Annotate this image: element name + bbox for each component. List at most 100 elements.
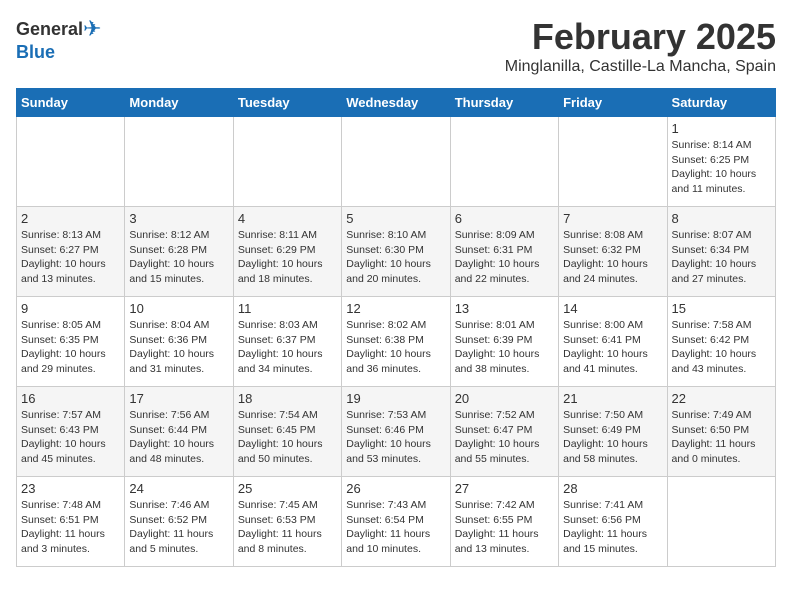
calendar-cell: 18Sunrise: 7:54 AM Sunset: 6:45 PM Dayli… [233, 387, 341, 477]
calendar-cell: 12 Sunrise: 8:02 AM Sunset: 6:38 PM Dayli… [342, 297, 450, 387]
calendar-cell: 22 Sunrise: 7:49 AM Sunset: 6:50 PM Dayli… [667, 387, 775, 477]
day-info: Sunrise: 7:58 AM Sunset: 6:42 PM Dayligh… [672, 318, 771, 377]
day-number: 27 [455, 481, 554, 496]
page-header: General ✈ Blue February 2025 Minglanilla… [16, 16, 776, 76]
day-number: 19 [346, 391, 445, 406]
calendar-cell: 11 Sunrise: 8:03 AM Sunset: 6:37 PM Dayli… [233, 297, 341, 387]
calendar-cell: 24Sunrise: 7:46 AM Sunset: 6:52 PM Dayli… [125, 477, 233, 567]
logo-general: General [16, 19, 83, 40]
calendar-cell: 20 Sunrise: 7:52 AM Sunset: 6:47 PM Dayli… [450, 387, 558, 477]
week-row-3: 9 Sunrise: 8:05 AM Sunset: 6:35 PM Daylig… [17, 297, 776, 387]
day-number: 10 [129, 301, 228, 316]
day-info: Sunrise: 8:00 AM Sunset: 6:41 PM Dayligh… [563, 318, 662, 377]
day-number: 28 [563, 481, 662, 496]
day-info: Sunrise: 8:07 AM Sunset: 6:34 PM Dayligh… [672, 228, 771, 287]
day-info: Sunrise: 7:49 AM Sunset: 6:50 PM Dayligh… [672, 408, 771, 467]
calendar-header-row: SundayMondayTuesdayWednesdayThursdayFrid… [17, 89, 776, 117]
day-number: 17 [129, 391, 228, 406]
calendar-cell [233, 117, 341, 207]
week-row-1: 1 Sunrise: 8:14 AM Sunset: 6:25 PM Daylig… [17, 117, 776, 207]
day-info: Sunrise: 7:43 AM Sunset: 6:54 PM Dayligh… [346, 498, 445, 557]
day-info: Sunrise: 7:56 AM Sunset: 6:44 PM Dayligh… [129, 408, 228, 467]
month-title: February 2025 [505, 16, 776, 58]
calendar-cell [342, 117, 450, 207]
day-info: Sunrise: 8:12 AM Sunset: 6:28 PM Dayligh… [129, 228, 228, 287]
calendar-cell: 3 Sunrise: 8:12 AM Sunset: 6:28 PM Daylig… [125, 207, 233, 297]
week-row-2: 2 Sunrise: 8:13 AM Sunset: 6:27 PM Daylig… [17, 207, 776, 297]
calendar-cell [559, 117, 667, 207]
logo: General ✈ Blue [16, 16, 101, 63]
day-info: Sunrise: 7:53 AM Sunset: 6:46 PM Dayligh… [346, 408, 445, 467]
logo-blue: Blue [16, 42, 55, 63]
calendar-cell: 4 Sunrise: 8:11 AM Sunset: 6:29 PM Daylig… [233, 207, 341, 297]
calendar-cell: 21Sunrise: 7:50 AM Sunset: 6:49 PM Dayli… [559, 387, 667, 477]
day-number: 5 [346, 211, 445, 226]
day-header-monday: Monday [125, 89, 233, 117]
day-number: 20 [455, 391, 554, 406]
day-info: Sunrise: 8:10 AM Sunset: 6:30 PM Dayligh… [346, 228, 445, 287]
calendar-cell: 19 Sunrise: 7:53 AM Sunset: 6:46 PM Dayli… [342, 387, 450, 477]
day-info: Sunrise: 8:01 AM Sunset: 6:39 PM Dayligh… [455, 318, 554, 377]
calendar-cell: 15 Sunrise: 7:58 AM Sunset: 6:42 PM Dayli… [667, 297, 775, 387]
day-header-sunday: Sunday [17, 89, 125, 117]
day-number: 15 [672, 301, 771, 316]
day-number: 22 [672, 391, 771, 406]
title-section: February 2025 Minglanilla, Castille-La M… [505, 16, 776, 76]
calendar-table: SundayMondayTuesdayWednesdayThursdayFrid… [16, 88, 776, 567]
calendar-cell [125, 117, 233, 207]
day-number: 23 [21, 481, 120, 496]
day-number: 18 [238, 391, 337, 406]
day-number: 25 [238, 481, 337, 496]
day-info: Sunrise: 8:03 AM Sunset: 6:37 PM Dayligh… [238, 318, 337, 377]
day-info: Sunrise: 8:05 AM Sunset: 6:35 PM Dayligh… [21, 318, 120, 377]
day-number: 4 [238, 211, 337, 226]
day-info: Sunrise: 7:41 AM Sunset: 6:56 PM Dayligh… [563, 498, 662, 557]
day-info: Sunrise: 8:04 AM Sunset: 6:36 PM Dayligh… [129, 318, 228, 377]
day-info: Sunrise: 7:45 AM Sunset: 6:53 PM Dayligh… [238, 498, 337, 557]
day-number: 2 [21, 211, 120, 226]
day-header-tuesday: Tuesday [233, 89, 341, 117]
calendar-cell: 26Sunrise: 7:43 AM Sunset: 6:54 PM Dayli… [342, 477, 450, 567]
day-info: Sunrise: 8:02 AM Sunset: 6:38 PM Dayligh… [346, 318, 445, 377]
calendar-cell: 13 Sunrise: 8:01 AM Sunset: 6:39 PM Dayli… [450, 297, 558, 387]
calendar-cell: 8 Sunrise: 8:07 AM Sunset: 6:34 PM Daylig… [667, 207, 775, 297]
calendar-cell: 2 Sunrise: 8:13 AM Sunset: 6:27 PM Daylig… [17, 207, 125, 297]
day-number: 9 [21, 301, 120, 316]
day-number: 13 [455, 301, 554, 316]
calendar-cell: 17 Sunrise: 7:56 AM Sunset: 6:44 PM Dayli… [125, 387, 233, 477]
calendar-cell: 16Sunrise: 7:57 AM Sunset: 6:43 PM Dayli… [17, 387, 125, 477]
calendar-cell: 7Sunrise: 8:08 AM Sunset: 6:32 PM Daylig… [559, 207, 667, 297]
day-number: 24 [129, 481, 228, 496]
day-info: Sunrise: 8:09 AM Sunset: 6:31 PM Dayligh… [455, 228, 554, 287]
calendar-cell: 23 Sunrise: 7:48 AM Sunset: 6:51 PM Dayli… [17, 477, 125, 567]
day-header-saturday: Saturday [667, 89, 775, 117]
day-number: 3 [129, 211, 228, 226]
day-info: Sunrise: 8:14 AM Sunset: 6:25 PM Dayligh… [672, 138, 771, 197]
calendar-cell: 14Sunrise: 8:00 AM Sunset: 6:41 PM Dayli… [559, 297, 667, 387]
day-number: 8 [672, 211, 771, 226]
calendar-cell [450, 117, 558, 207]
calendar-cell [667, 477, 775, 567]
day-info: Sunrise: 8:08 AM Sunset: 6:32 PM Dayligh… [563, 228, 662, 287]
day-info: Sunrise: 8:13 AM Sunset: 6:27 PM Dayligh… [21, 228, 120, 287]
day-number: 11 [238, 301, 337, 316]
calendar-cell [17, 117, 125, 207]
day-number: 16 [21, 391, 120, 406]
calendar-cell: 9 Sunrise: 8:05 AM Sunset: 6:35 PM Daylig… [17, 297, 125, 387]
calendar-cell: 1 Sunrise: 8:14 AM Sunset: 6:25 PM Daylig… [667, 117, 775, 207]
day-info: Sunrise: 7:42 AM Sunset: 6:55 PM Dayligh… [455, 498, 554, 557]
day-number: 21 [563, 391, 662, 406]
day-number: 12 [346, 301, 445, 316]
logo-bird-icon: ✈ [83, 16, 101, 42]
day-header-wednesday: Wednesday [342, 89, 450, 117]
week-row-5: 23 Sunrise: 7:48 AM Sunset: 6:51 PM Dayli… [17, 477, 776, 567]
day-info: Sunrise: 8:11 AM Sunset: 6:29 PM Dayligh… [238, 228, 337, 287]
calendar-cell: 25 Sunrise: 7:45 AM Sunset: 6:53 PM Dayli… [233, 477, 341, 567]
calendar-cell: 28 Sunrise: 7:41 AM Sunset: 6:56 PM Dayli… [559, 477, 667, 567]
day-info: Sunrise: 7:52 AM Sunset: 6:47 PM Dayligh… [455, 408, 554, 467]
day-number: 1 [672, 121, 771, 136]
day-info: Sunrise: 7:48 AM Sunset: 6:51 PM Dayligh… [21, 498, 120, 557]
calendar-cell: 10 Sunrise: 8:04 AM Sunset: 6:36 PM Dayli… [125, 297, 233, 387]
calendar-cell: 6 Sunrise: 8:09 AM Sunset: 6:31 PM Daylig… [450, 207, 558, 297]
day-number: 6 [455, 211, 554, 226]
